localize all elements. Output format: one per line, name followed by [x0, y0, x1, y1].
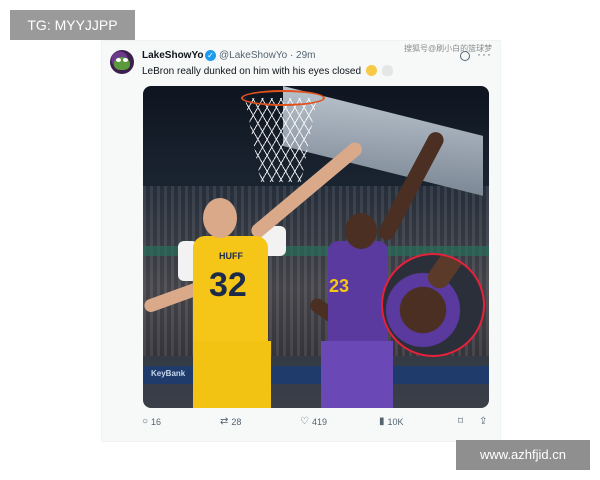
retweet-button[interactable]: ⇄ 28	[220, 416, 241, 428]
basket-net	[245, 98, 317, 182]
more-options-icon[interactable]: ···	[477, 47, 492, 61]
watermark-tag-top-left: TG: MYYJJPP	[10, 10, 135, 40]
skull-icon	[381, 65, 393, 76]
tweet-actions-bar: ○ 16 ⇄ 28 ♡ 419 ▮ 10K ⌑ ⇪	[142, 417, 492, 431]
handle-and-time[interactable]: @LakeShowYo · 29m	[219, 50, 316, 61]
watermark-tag-bottom-right: www.azhfjid.cn	[456, 440, 590, 470]
display-name[interactable]: LakeShowYo	[142, 50, 204, 61]
share-button[interactable]: ⇪	[479, 417, 487, 427]
tweet-photo[interactable]: KeyBank HUFF 32 23	[143, 86, 489, 408]
retweet-icon: ⇄	[220, 416, 229, 427]
heart-icon: ♡	[300, 416, 309, 427]
reply-icon: ○	[142, 416, 149, 427]
jersey-name: HUFF	[219, 251, 243, 261]
reply-button[interactable]: ○ 16	[142, 416, 161, 428]
opponent-number: 23	[329, 276, 350, 296]
verified-badge-icon: ✓	[205, 50, 216, 61]
bookmark-button[interactable]: ⌑	[458, 417, 463, 427]
arena-sign: KeyBank	[151, 369, 186, 378]
basket-rim	[241, 90, 325, 106]
tweet-text: LeBron really dunked on him with his eye…	[142, 65, 393, 77]
zoom-highlight-circle	[381, 253, 485, 357]
views-button[interactable]: ▮ 10K	[379, 416, 404, 428]
share-icon: ⇪	[479, 416, 488, 427]
crying-face-icon	[365, 65, 377, 76]
like-button[interactable]: ♡ 419	[300, 416, 327, 428]
jersey-number: 32	[209, 266, 247, 304]
views-icon: ▮	[379, 416, 385, 427]
grok-icon[interactable]	[460, 51, 470, 61]
bookmark-icon: ⌑	[458, 416, 464, 427]
avatar[interactable]	[110, 50, 134, 74]
